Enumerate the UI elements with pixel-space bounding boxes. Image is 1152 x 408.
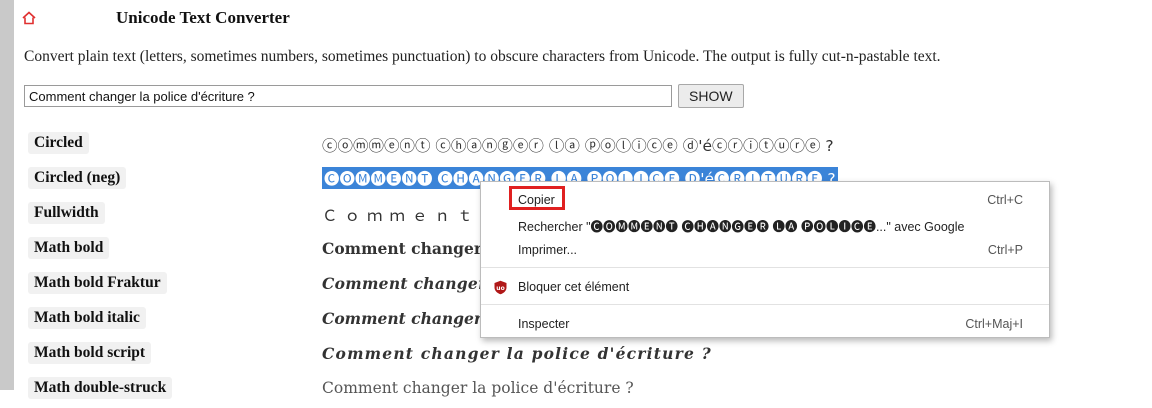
row-label: Math bold [28,237,110,259]
context-menu: Copier Ctrl+C Rechercher "🅒🅞🅜🅜🅔🅝🅣 🅒🅗🅐🅝🅖🅔… [480,181,1050,338]
conversion-row-math-bold-script: Math bold script Comment changer la poli… [28,338,1128,373]
svg-text:uo: uo [496,285,504,292]
home-icon[interactable] [22,11,36,25]
conversion-row-circled: Circled ⓒⓞⓜⓜⓔⓝⓣ ⓒⓗⓐⓝⓖⓔⓡ ⓛⓐ ⓟⓞⓛⓘⓒⓔ ⓓ'éⓒⓡⓘ… [28,128,1128,163]
menu-item-shortcut: Ctrl+P [987,243,1023,257]
left-window-edge [0,0,14,390]
row-label: Math bold italic [28,307,146,329]
row-label: Circled [28,132,89,154]
row-label: Fullwidth [28,202,105,224]
menu-item-label: Imprimer... [518,243,578,257]
copy-highlight-box [509,186,565,210]
show-button[interactable]: SHOW [678,84,744,108]
menu-item-label: Rechercher "🅒🅞🅜🅜🅔🅝🅣 🅒🅗🅐🅝🅖🅔🅡 🅛🅐 🅟🅞🅛🅘🅒🅔...… [518,219,965,234]
page-description: Convert plain text (letters, sometimes n… [24,48,941,65]
menu-item-inspect[interactable]: Inspecter Ctrl+Maj+I [481,313,1049,335]
row-label: Math bold script [28,342,152,364]
row-output[interactable]: ⓒⓞⓜⓜⓔⓝⓣ ⓒⓗⓐⓝⓖⓔⓡ ⓛⓐ ⓟⓞⓛⓘⓒⓔ ⓓ'éⓒⓡⓘⓣⓤⓡⓔ ? [322,134,834,156]
menu-item-block-element[interactable]: uo Bloquer cet élément [481,276,1049,298]
menu-item-print[interactable]: Imprimer... Ctrl+P [481,239,1049,261]
conversion-row-math-double-struck: Math double-struck Comment changer la po… [28,373,1128,408]
ublock-icon: uo [494,280,507,294]
header [22,6,36,30]
menu-separator [481,267,1049,268]
row-label: Circled (neg) [28,167,127,189]
text-input[interactable] [24,85,672,107]
row-label: Math double-struck [28,377,173,399]
menu-item-shortcut: Ctrl+Maj+I [965,317,1023,331]
menu-item-label: Bloquer cet élément [518,280,630,294]
menu-item-label: Inspecter [518,317,570,331]
row-label: Math bold Fraktur [28,272,167,294]
menu-item-shortcut: Ctrl+C [987,193,1023,207]
row-output[interactable]: Comment changer la police d'écriture ? [322,379,634,397]
menu-item-search-google[interactable]: Rechercher "🅒🅞🅜🅜🅔🅝🅣 🅒🅗🅐🅝🅖🅔🅡 🅛🅐 🅟🅞🅛🅘🅒🅔...… [481,214,1049,236]
page-title: Unicode Text Converter [116,8,290,27]
menu-item-copy[interactable]: Copier Ctrl+C [481,189,1049,211]
row-output[interactable]: Comment changer la police d'écriture ? [322,344,712,363]
menu-separator [481,304,1049,305]
input-row: SHOW [24,84,744,108]
